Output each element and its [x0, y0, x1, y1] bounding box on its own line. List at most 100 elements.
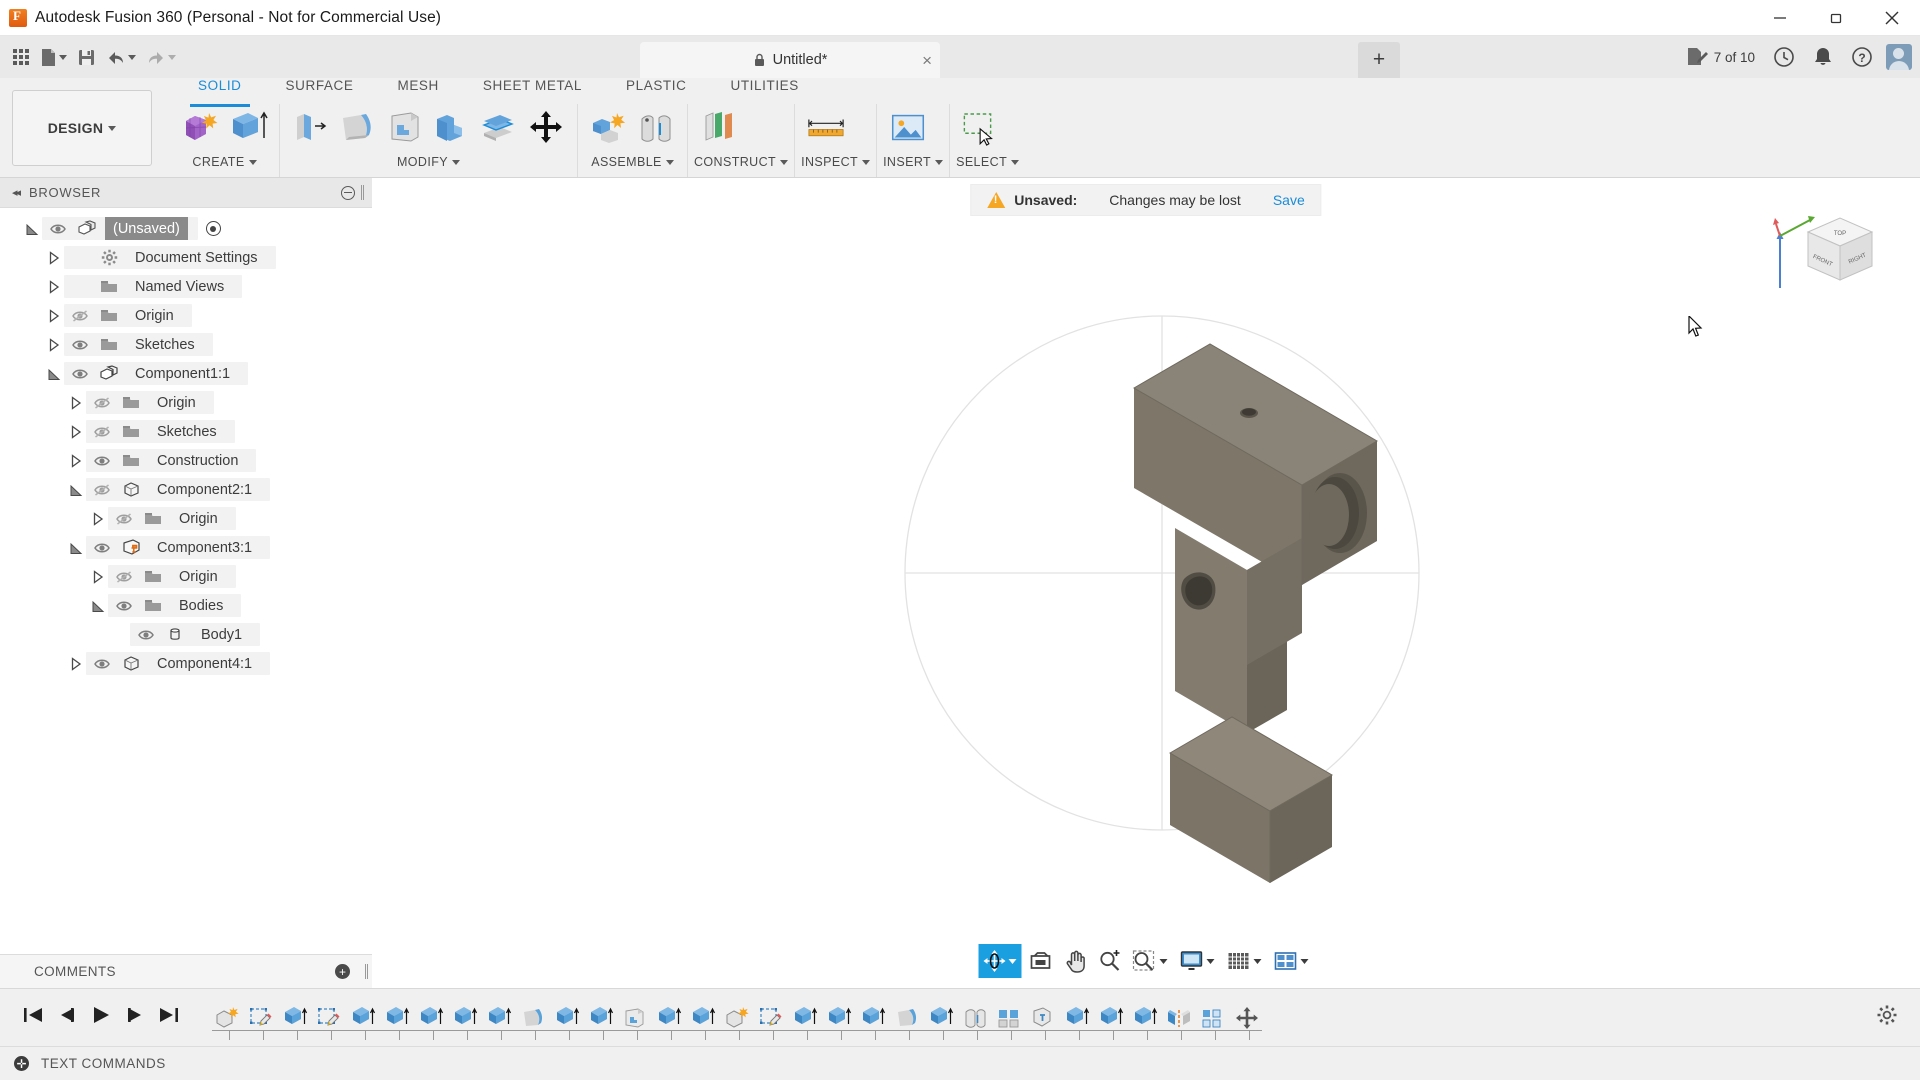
twisty-expanded-icon[interactable]: [22, 222, 42, 236]
tree-item-content[interactable]: Origin: [108, 507, 236, 530]
shell-icon[interactable]: [384, 106, 426, 150]
chevron-down-icon[interactable]: [1254, 959, 1262, 964]
timeline-feature-15[interactable]: [688, 1003, 718, 1033]
tree-item-origin[interactable]: Origin: [0, 504, 372, 533]
twisty-collapsed-icon[interactable]: [88, 512, 108, 526]
timeline-feature-4[interactable]: [314, 1003, 344, 1033]
timeline-feature-2[interactable]: [246, 1003, 276, 1033]
chevron-down-icon[interactable]: [1009, 959, 1017, 964]
pan-icon[interactable]: [1060, 944, 1092, 978]
move-copy-icon[interactable]: [525, 106, 567, 150]
tree-item-content[interactable]: Origin: [64, 304, 192, 327]
tab-sheet-metal[interactable]: SHEET METAL: [461, 78, 604, 104]
panel-insert-label[interactable]: INSERT: [883, 152, 943, 172]
minimize-panel-icon[interactable]: [341, 186, 355, 200]
twisty-collapsed-icon[interactable]: [66, 454, 86, 468]
measure-icon[interactable]: [805, 106, 847, 150]
tree-item-content[interactable]: Origin: [108, 565, 236, 588]
eye-visible-icon[interactable]: [91, 540, 113, 556]
workspace-switcher[interactable]: DESIGN: [12, 90, 152, 166]
panel-create-label[interactable]: CREATE: [176, 152, 273, 172]
panel-select-label[interactable]: SELECT: [956, 152, 1019, 172]
tab-utilities[interactable]: UTILITIES: [708, 78, 820, 104]
canvas-3d-viewport[interactable]: Unsaved: Changes may be lost Save: [372, 178, 1920, 988]
eye-visible-icon[interactable]: [91, 453, 113, 469]
step-back-icon[interactable]: [56, 1005, 78, 1030]
tree-item-content[interactable]: Component2:1: [86, 478, 270, 501]
zoom-icon[interactable]: [1094, 944, 1126, 978]
tree-item-named-views[interactable]: Named Views: [0, 272, 372, 301]
tab-plastic[interactable]: PLASTIC: [604, 78, 708, 104]
fillet-icon[interactable]: [337, 106, 379, 150]
timeline-feature-5[interactable]: [348, 1003, 378, 1033]
timeline-feature-26[interactable]: [1062, 1003, 1092, 1033]
close-icon[interactable]: [1864, 0, 1920, 36]
twisty-collapsed-icon[interactable]: [44, 338, 64, 352]
tree-item-sketches[interactable]: Sketches: [0, 417, 372, 446]
eye-hidden-icon[interactable]: [91, 482, 113, 498]
tree-item-content[interactable]: Named Views: [64, 275, 242, 298]
panel-assemble-label[interactable]: ASSEMBLE: [584, 152, 681, 172]
press-pull-icon[interactable]: [290, 106, 332, 150]
tree-item-content[interactable]: (Unsaved): [42, 217, 198, 240]
tree-item-origin[interactable]: Origin: [0, 562, 372, 591]
timeline-feature-25[interactable]: [1028, 1003, 1058, 1033]
timeline-settings-gear-icon[interactable]: [1876, 1004, 1898, 1031]
tree-item-content[interactable]: Sketches: [86, 420, 235, 443]
tree-item-content[interactable]: Origin: [86, 391, 214, 414]
add-comment-icon[interactable]: +: [335, 964, 350, 979]
text-commands-bar[interactable]: ✛ TEXT COMMANDS: [0, 1046, 1920, 1080]
tree-item-sketches[interactable]: Sketches: [0, 330, 372, 359]
new-file-icon[interactable]: [36, 40, 71, 74]
tree-item-content[interactable]: Body1: [130, 623, 260, 646]
timeline-feature-9[interactable]: [484, 1003, 514, 1033]
extrude-icon[interactable]: [227, 106, 269, 150]
joint-icon[interactable]: [635, 106, 677, 150]
timeline-feature-10[interactable]: [518, 1003, 548, 1033]
tree-item-content[interactable]: Bodies: [108, 594, 241, 617]
panel-modify-label[interactable]: MODIFY: [286, 152, 571, 172]
twisty-collapsed-icon[interactable]: [44, 309, 64, 323]
timeline-feature-7[interactable]: [416, 1003, 446, 1033]
eye-visible-icon[interactable]: [69, 366, 91, 382]
tree-item-content[interactable]: Component4:1: [86, 652, 270, 675]
model-3d[interactable]: [372, 178, 1920, 988]
new-tab-button[interactable]: +: [1358, 42, 1400, 78]
offset-plane-icon[interactable]: [698, 106, 740, 150]
eye-hidden-icon[interactable]: [69, 308, 91, 324]
insert-mcmaster-icon[interactable]: [887, 106, 929, 150]
timeline-feature-1[interactable]: [212, 1003, 242, 1033]
tree-item-component3-1[interactable]: Component3:1: [0, 533, 372, 562]
timeline-feature-19[interactable]: [824, 1003, 854, 1033]
panel-resize-grip[interactable]: [361, 185, 364, 200]
comments-resize-grip[interactable]: [365, 964, 368, 979]
tab-surface[interactable]: SURFACE: [264, 78, 376, 104]
clock-icon[interactable]: [1764, 38, 1804, 76]
timeline-feature-28[interactable]: [1130, 1003, 1160, 1033]
timeline-feature-27[interactable]: [1096, 1003, 1126, 1033]
step-forward-icon[interactable]: [124, 1005, 146, 1030]
grid-snaps-icon[interactable]: [1222, 944, 1267, 978]
bell-icon[interactable]: [1804, 38, 1842, 76]
collapse-left-icon[interactable]: ◂◂: [12, 186, 19, 199]
timeline-feature-18[interactable]: [790, 1003, 820, 1033]
orbit-icon[interactable]: [979, 944, 1022, 978]
timeline-feature-13[interactable]: [620, 1003, 650, 1033]
twisty-collapsed-icon[interactable]: [88, 570, 108, 584]
avatar[interactable]: [1886, 44, 1912, 70]
offset-face-icon[interactable]: [478, 106, 520, 150]
chevron-down-icon[interactable]: [1301, 959, 1309, 964]
go-to-end-icon[interactable]: [158, 1005, 180, 1030]
timeline-feature-12[interactable]: [586, 1003, 616, 1033]
eye-visible-icon[interactable]: [113, 598, 135, 614]
timeline-feature-16[interactable]: [722, 1003, 752, 1033]
help-icon[interactable]: ?: [1842, 38, 1882, 76]
timeline-feature-14[interactable]: [654, 1003, 684, 1033]
timeline-feature-29[interactable]: [1164, 1003, 1194, 1033]
twisty-expanded-icon[interactable]: [88, 599, 108, 613]
timeline-feature-17[interactable]: [756, 1003, 786, 1033]
eye-visible-icon[interactable]: [47, 221, 69, 237]
tree-item-content[interactable]: Document Settings: [64, 246, 276, 269]
timeline-feature-23[interactable]: [960, 1003, 990, 1033]
comments-panel[interactable]: COMMENTS +: [0, 954, 372, 988]
